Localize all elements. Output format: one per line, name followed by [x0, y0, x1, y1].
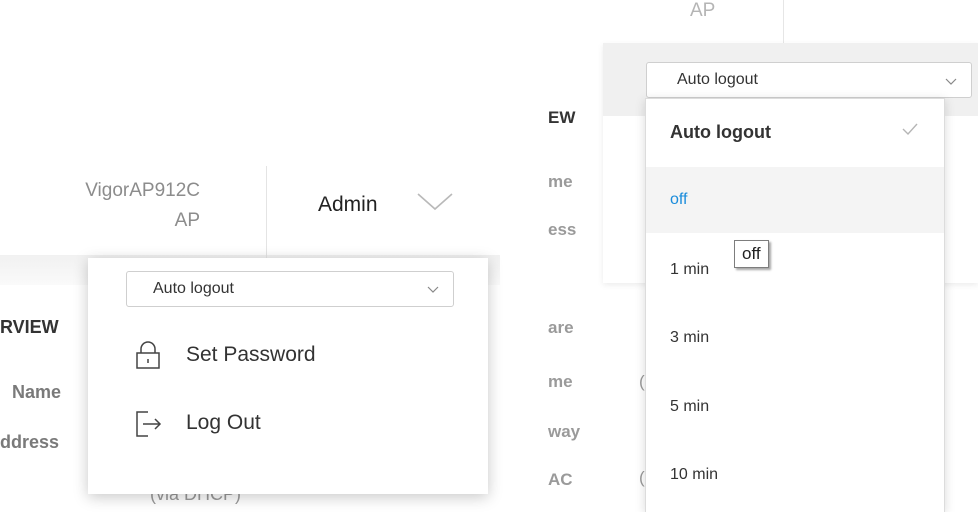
right-header-divider	[783, 0, 784, 44]
right-field-label: me	[548, 172, 573, 191]
option-off[interactable]: off	[646, 167, 944, 233]
set-password-item[interactable]: Set Password	[134, 340, 316, 370]
log-out-label: Log Out	[186, 411, 261, 434]
option-10-min[interactable]: 10 min	[646, 442, 944, 508]
right-field-label: are	[548, 318, 574, 337]
option-label: Auto logout	[670, 121, 771, 142]
check-icon	[902, 123, 918, 135]
right-section-label: EW	[548, 108, 576, 127]
field-address-label: ddress	[0, 432, 60, 452]
right-device-mode: AP	[690, 0, 716, 21]
right-field-label: ess	[548, 220, 577, 239]
lock-icon	[136, 341, 160, 369]
option-label: 1 min	[670, 261, 710, 278]
auto-logout-select-value: Auto logout	[153, 280, 234, 297]
auto-logout-select[interactable]: Auto logout	[646, 62, 972, 98]
option-5-min[interactable]: 5 min	[646, 374, 944, 440]
admin-menu-label[interactable]: Admin	[318, 193, 378, 217]
log-out-item[interactable]: Log Out	[134, 408, 261, 438]
option-label: 10 min	[670, 466, 719, 483]
device-model: VigorAP912C	[85, 180, 200, 201]
option-1-min[interactable]: 1 min	[646, 237, 944, 303]
option-3-min[interactable]: 3 min	[646, 305, 944, 371]
right-field-label: me	[548, 372, 573, 391]
section-overview-label: RVIEW	[0, 317, 59, 337]
right-field-label: way	[548, 422, 581, 441]
header-divider	[266, 166, 267, 258]
auto-logout-select-value: Auto logout	[677, 71, 758, 88]
field-name-label: Name	[12, 382, 62, 402]
set-password-label: Set Password	[186, 343, 316, 366]
value-fragment: (	[639, 468, 645, 487]
auto-logout-options: Auto logout off 1 min 3 min 5 min 10 min	[645, 98, 945, 512]
value-fragment: (	[639, 372, 645, 391]
device-mode: AP	[174, 210, 200, 231]
chevron-down-icon[interactable]	[415, 190, 455, 214]
logout-icon	[136, 411, 162, 437]
option-label: 5 min	[670, 398, 710, 415]
device-name: VigorAP912C AP	[40, 176, 200, 236]
chevron-down-icon	[945, 78, 957, 85]
option-label: off	[670, 191, 688, 208]
option-label: 3 min	[670, 329, 710, 346]
auto-logout-select[interactable]: Auto logout	[126, 271, 454, 307]
tooltip: off	[734, 240, 769, 268]
option-auto-logout[interactable]: Auto logout	[646, 99, 944, 165]
admin-dropdown-menu: Auto logout Set Password Log Out	[88, 258, 488, 494]
right-field-label: AC	[548, 470, 573, 489]
chevron-down-icon	[427, 286, 439, 293]
